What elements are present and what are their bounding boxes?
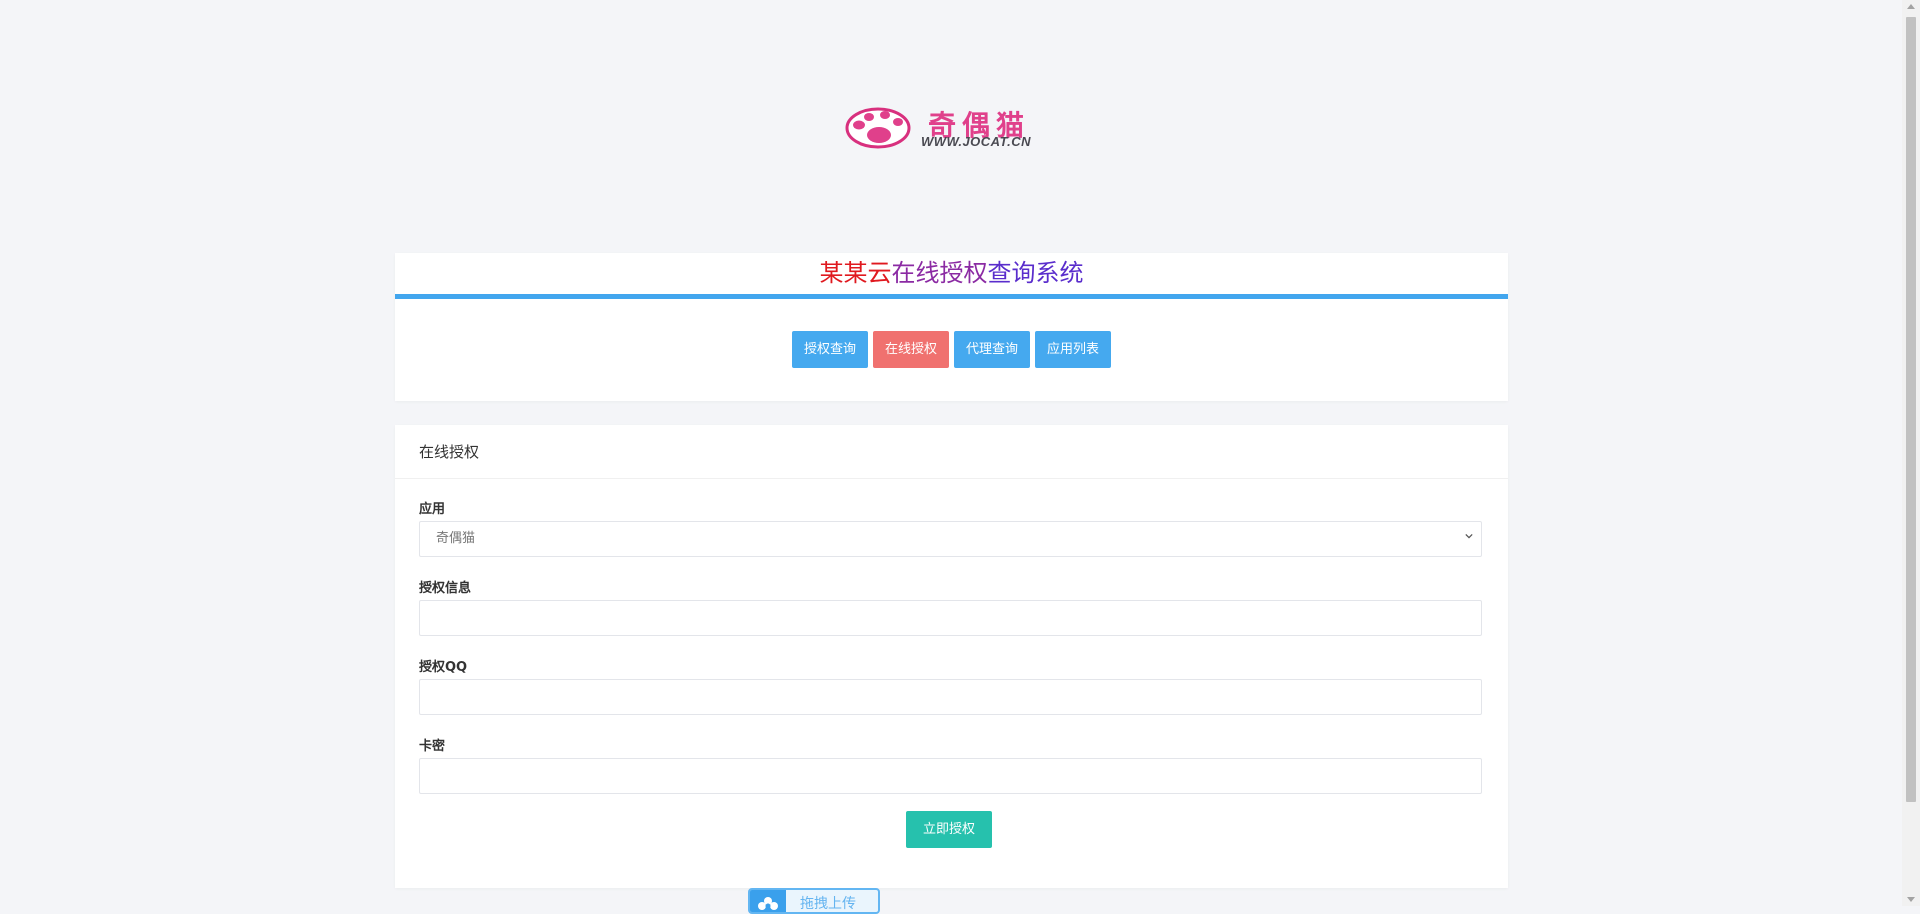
form-header: 在线授权: [395, 425, 1508, 479]
nav-online-auth-button[interactable]: 在线授权: [872, 331, 949, 368]
page-title-part1: 某某云: [819, 259, 892, 287]
nav-app-list-button[interactable]: 应用列表: [1035, 331, 1112, 368]
upload-flower-icon: [750, 890, 786, 912]
header-card: 某某云在线授权查询系统 授权查询 在线授权 代理查询 应用列表: [395, 253, 1508, 401]
auth-info-label: 授权信息: [419, 581, 472, 596]
auth-qq-label: 授权QQ: [419, 660, 468, 675]
chevron-down-icon: [1465, 533, 1473, 539]
vertical-scrollbar[interactable]: [1902, 0, 1920, 906]
nav-auth-query-button[interactable]: 授权查询: [791, 331, 868, 368]
page-title-part2: 在线授权: [891, 259, 988, 287]
authorize-now-button[interactable]: 立即授权: [906, 811, 992, 848]
form-heading: 在线授权: [419, 443, 480, 461]
app-select[interactable]: 奇偶猫: [419, 521, 1482, 557]
scroll-down-icon[interactable]: [1907, 897, 1915, 902]
nav-agent-query-button[interactable]: 代理查询: [954, 331, 1031, 368]
page-title: 某某云在线授权查询系统: [395, 253, 1508, 295]
card-key-input[interactable]: [419, 758, 1482, 794]
site-logo[interactable]: 奇偶猫 WWW.JOCAT.CN: [845, 100, 1051, 156]
app-select-value: 奇偶猫: [436, 531, 476, 546]
page-title-part3: 查询系统: [987, 259, 1084, 287]
logo-text-en: WWW.JOCAT.CN: [921, 134, 1031, 149]
auth-qq-input[interactable]: [419, 679, 1482, 715]
online-auth-form: 在线授权 应用 奇偶猫 授权信息 授权QQ 卡密 立即授权: [395, 425, 1508, 888]
header-accent-bar: [395, 294, 1508, 299]
upload-widget-label: 拖拽上传: [800, 896, 856, 912]
upload-widget[interactable]: 拖拽上传: [748, 888, 880, 914]
nav-buttons: 授权查询 在线授权 代理查询 应用列表: [395, 331, 1508, 368]
card-key-label: 卡密: [419, 739, 446, 754]
scroll-thumb[interactable]: [1906, 17, 1916, 802]
page: 奇偶猫 WWW.JOCAT.CN 某某云在线授权查询系统 授权查询 在线授权 代理查…: [0, 0, 1902, 914]
auth-info-input[interactable]: [419, 600, 1482, 636]
cat-paw-icon: [845, 107, 911, 149]
scroll-up-icon[interactable]: [1907, 4, 1915, 9]
app-label: 应用: [419, 502, 446, 517]
